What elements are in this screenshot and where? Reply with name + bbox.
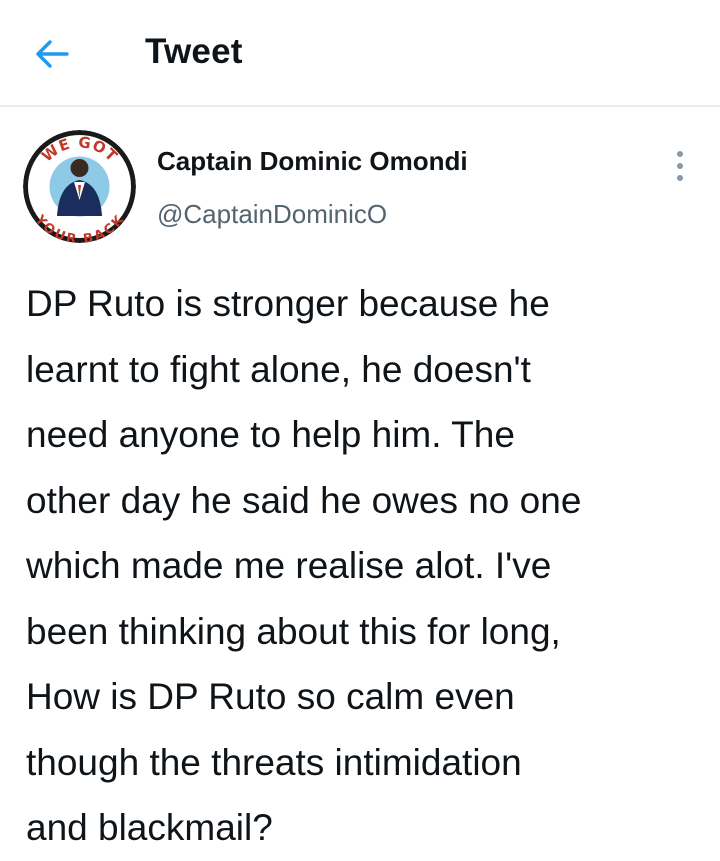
tweet-text-line: other day he said he owes no one [26,479,582,521]
tweet-text-line: though the threats intimidation [26,741,522,783]
top-app-bar: Tweet [0,0,720,107]
tweet-text-line: and blackmail? [26,807,273,848]
more-vertical-icon [677,151,683,181]
tweet-text-line: learnt to fight alone, he doesn't [26,348,531,390]
author-handle[interactable]: @CaptainDominicO [157,199,387,230]
page-title: Tweet [145,32,243,71]
tweet-text-line: been thinking about this for long, [26,610,561,652]
tweet-text-line: which made me realise alot. I've [26,545,552,586]
arrow-left-icon [36,40,69,68]
tweet-text-line: need anyone to help him. The [26,414,515,455]
tweet-text: DP Ruto is stronger because he learnt to… [26,271,706,861]
author-name[interactable]: Captain Dominic Omondi [157,146,468,177]
tweet-text-line: DP Ruto is stronger because he [26,283,550,324]
tweet-text-line: How is DP Ruto so calm even [26,676,515,717]
avatar[interactable]: WE GOT YOUR BACK [23,130,136,243]
avatar-image: WE GOT YOUR BACK [23,130,136,243]
back-button[interactable] [30,34,74,74]
more-options-button[interactable] [667,148,693,184]
